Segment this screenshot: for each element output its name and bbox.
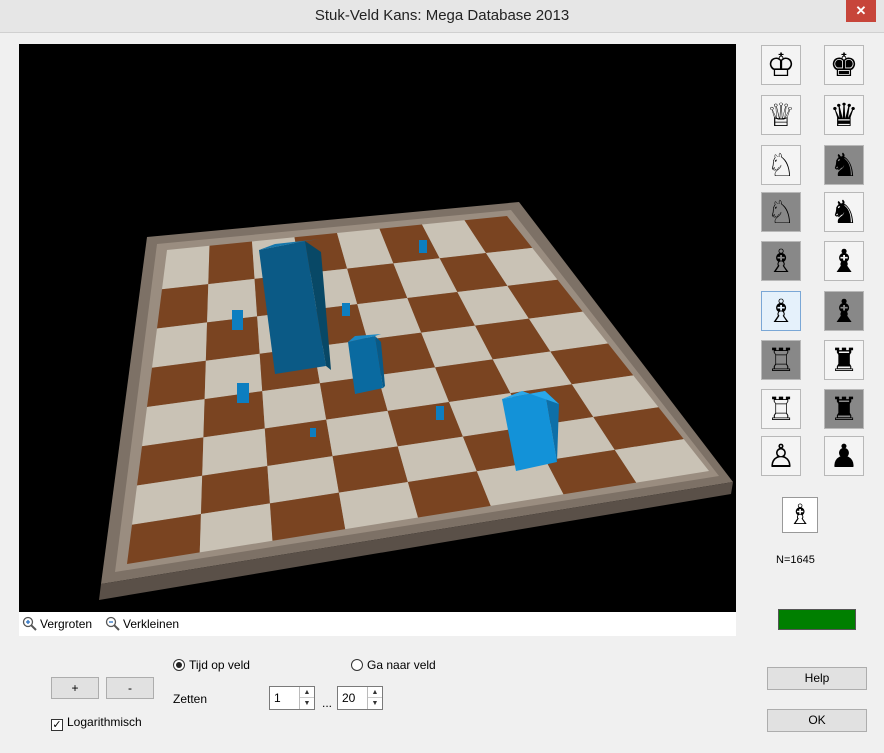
zoom-out-icon <box>105 616 120 634</box>
selected-piece-indicator: ♗ <box>782 497 818 533</box>
increase-button[interactable]: + <box>51 677 99 699</box>
piece-black-rook-dark[interactable]: ♜ <box>824 389 864 429</box>
piece-white-knight-light[interactable]: ♘ <box>761 145 801 185</box>
piece-white-pawn[interactable]: ♙ <box>761 436 801 476</box>
spinner-arrows[interactable]: ▲ ▼ <box>367 687 382 709</box>
moves-label: Zetten <box>173 692 208 706</box>
spin-down-icon: ▼ <box>371 700 379 707</box>
piece-white-king[interactable]: ♔ <box>761 45 801 85</box>
zoom-out-link[interactable]: Verkleinen <box>105 616 179 634</box>
spin-up-icon: ▲ <box>300 687 314 698</box>
piece-black-bishop-dark[interactable]: ♝ <box>824 291 864 331</box>
piece-white-knight-dark[interactable]: ♘ <box>761 192 801 232</box>
logarithmic-label: Logarithmisch <box>67 715 142 729</box>
ok-button[interactable]: OK <box>767 709 867 732</box>
board-square <box>152 322 208 368</box>
radio-time-label: Tijd op veld <box>189 658 250 672</box>
spin-down-icon: ▼ <box>303 700 311 707</box>
piece-black-knight-dark[interactable]: ♞ <box>824 145 864 185</box>
spinner-arrows[interactable]: ▲ ▼ <box>299 687 314 709</box>
piece-black-queen[interactable]: ♛ <box>824 95 864 135</box>
zoom-out-label: Verkleinen <box>123 617 180 632</box>
moves-from-spinner[interactable]: 1 ▲ ▼ <box>269 686 315 710</box>
board-square <box>162 245 210 290</box>
piece-black-king[interactable]: ♚ <box>824 45 864 85</box>
zoom-in-label: Vergroten <box>40 617 93 632</box>
game-count: N=1645 <box>776 554 815 566</box>
piece-black-bishop-light[interactable]: ♝ <box>824 241 864 281</box>
range-separator: ... <box>322 696 333 710</box>
zoom-in-link[interactable]: Vergroten <box>22 616 92 634</box>
board-square <box>157 284 209 329</box>
title-bar: Stuk-Veld Kans: Mega Database 2013 ✕ <box>0 0 884 33</box>
moves-from-value: 1 <box>274 691 281 705</box>
board-square <box>147 360 206 407</box>
piece-black-knight-light[interactable]: ♞ <box>824 192 864 232</box>
radio-goto-label: Ga naar veld <box>367 658 436 672</box>
board-3d-view[interactable] <box>19 44 736 612</box>
piece-black-rook-light[interactable]: ♜ <box>824 340 864 380</box>
logarithmic-checkbox[interactable]: ✓ Logarithmisch <box>51 715 142 731</box>
piece-black-pawn[interactable]: ♟ <box>824 436 864 476</box>
decrease-button[interactable]: - <box>106 677 154 699</box>
checkbox-check-icon: ✓ <box>51 719 63 731</box>
piece-white-bishop-dark[interactable]: ♗ <box>761 241 801 281</box>
radio-go-to-square[interactable]: Ga naar veld <box>351 658 436 672</box>
zoom-toolbar: Vergroten Verkleinen <box>19 612 736 636</box>
radio-unselected-icon <box>351 659 363 671</box>
piece-white-rook-light[interactable]: ♖ <box>761 389 801 429</box>
board-square <box>208 241 255 285</box>
board-3d-svg <box>99 202 733 600</box>
close-button[interactable]: ✕ <box>846 0 876 22</box>
piece-white-queen[interactable]: ♕ <box>761 95 801 135</box>
status-indicator-bar <box>778 609 856 630</box>
radio-time-on-square[interactable]: Tijd op veld <box>173 658 250 672</box>
moves-to-value: 20 <box>342 691 356 705</box>
radio-selected-icon <box>173 659 185 671</box>
piece-white-bishop-light[interactable]: ♗ <box>761 291 801 331</box>
zoom-in-icon <box>22 616 37 634</box>
piece-white-rook-dark[interactable]: ♖ <box>761 340 801 380</box>
moves-to-spinner[interactable]: 20 ▲ ▼ <box>337 686 383 710</box>
help-button[interactable]: Help <box>767 667 867 690</box>
board-square <box>204 353 263 400</box>
window-title: Stuk-Veld Kans: Mega Database 2013 <box>314 7 570 24</box>
spin-up-icon: ▲ <box>368 687 382 698</box>
